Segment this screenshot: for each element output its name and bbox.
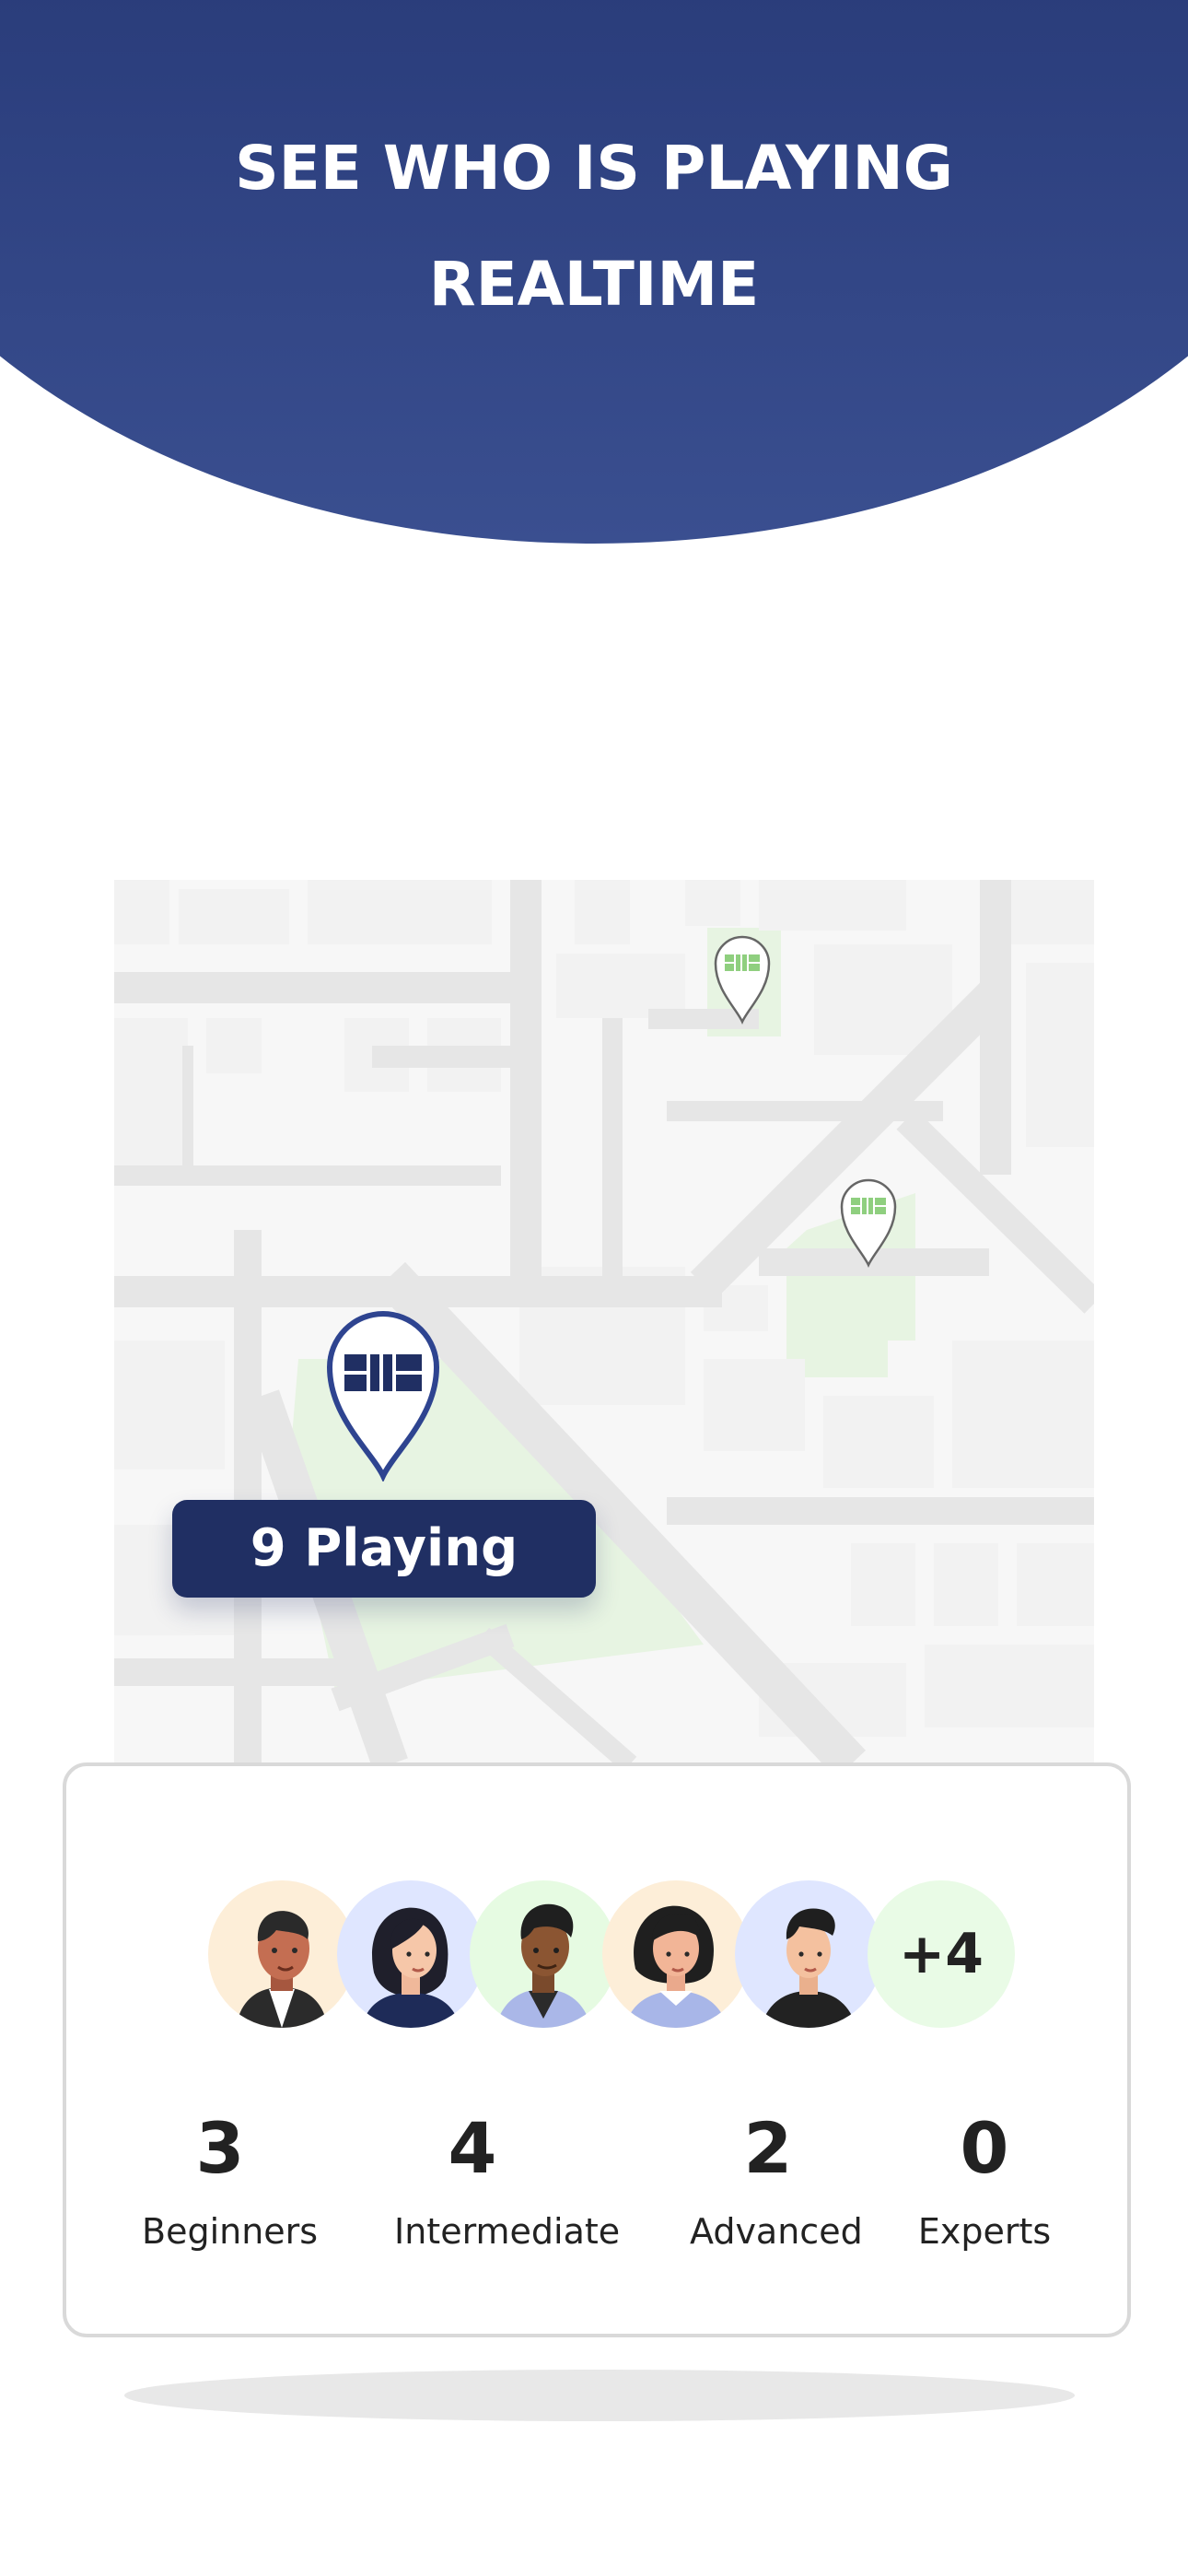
hero-title: SEE WHO IS PLAYING REALTIME <box>0 111 1188 343</box>
court-marker[interactable] <box>838 1176 899 1268</box>
more-players-badge[interactable]: +4 <box>868 1880 1015 2028</box>
stat-label: Intermediate <box>394 2211 621 2252</box>
card-shadow <box>124 2370 1075 2421</box>
players-card: +4 3 Beginners 4 Intermediate 2 Advanced… <box>63 1762 1131 2337</box>
person-avatar-icon <box>761 1908 856 2028</box>
person-avatar-icon <box>495 1903 591 2028</box>
player-avatar[interactable] <box>208 1880 355 2028</box>
court-icon <box>840 1178 897 1268</box>
hero-title-line-2: REALTIME <box>428 249 760 320</box>
court-icon <box>714 935 771 1025</box>
stat-label: Beginners <box>142 2211 319 2252</box>
person-avatar-icon <box>236 1911 328 2028</box>
person-avatar-icon <box>624 1905 728 2028</box>
map-illustration <box>114 880 1094 1764</box>
hero-title-line-1: SEE WHO IS PLAYING <box>235 133 953 204</box>
player-avatar[interactable] <box>602 1880 750 2028</box>
stat-label: Experts <box>917 2211 1052 2252</box>
stat-beginners: 3 Beginners <box>142 2107 319 2254</box>
court-icon <box>326 1311 440 1483</box>
court-marker[interactable] <box>712 932 773 1025</box>
person-avatar-icon <box>361 1907 460 2028</box>
stat-label: Advanced <box>690 2211 863 2252</box>
hero-header: SEE WHO IS PLAYING REALTIME <box>0 0 1188 553</box>
stat-intermediate: 4 Intermediate <box>394 2107 621 2254</box>
stat-value: 4 <box>448 2107 497 2189</box>
player-avatar[interactable] <box>337 1880 484 2028</box>
selected-court-marker[interactable] <box>324 1306 442 1483</box>
stat-advanced: 2 Advanced <box>690 2107 863 2254</box>
stat-experts: 0 Experts <box>906 2107 1063 2254</box>
player-avatar[interactable] <box>470 1880 617 2028</box>
map-view[interactable] <box>114 880 1094 1764</box>
stat-value: 3 <box>195 2107 245 2189</box>
stat-value: 2 <box>743 2107 793 2189</box>
stat-value: 0 <box>960 2107 1009 2189</box>
playing-count-badge[interactable]: 9 Playing <box>172 1500 596 1598</box>
player-avatar[interactable] <box>735 1880 882 2028</box>
